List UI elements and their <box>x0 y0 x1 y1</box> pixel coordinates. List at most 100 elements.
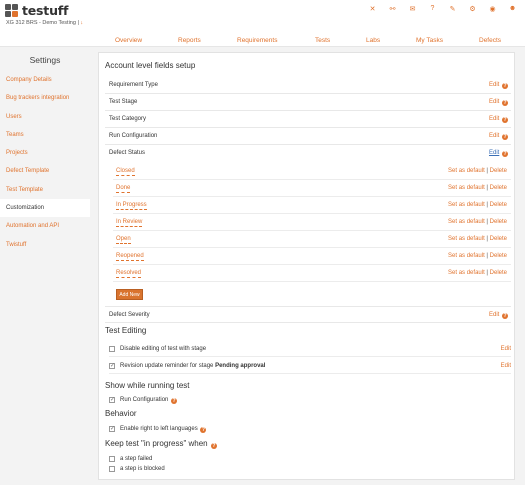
delete-link[interactable]: Delete <box>490 236 507 242</box>
nav-tests[interactable]: Tests <box>315 37 330 44</box>
sidebar-item-twistuff[interactable]: Twistuff <box>0 236 90 254</box>
help-icon[interactable]: ? <box>428 5 437 13</box>
field-row-test-stage: Test Stage Edit ? <box>105 94 511 111</box>
delete-link[interactable]: Delete <box>490 253 507 259</box>
sidebar-item-test-template[interactable]: Test Template <box>0 181 90 199</box>
sidebar-item-defect-template[interactable]: Defect Template <box>0 162 90 180</box>
header-toolbar: ✕ ⚯ ✉ ? ✎ ⚙ ◉ ☻ <box>368 5 517 13</box>
status-name[interactable]: Closed <box>116 168 135 176</box>
field-row-defect-severity: Defect Severity Edit ? <box>105 306 511 323</box>
project-dropdown-icon[interactable]: ↓ <box>80 20 83 26</box>
edit-link[interactable]: Edit ? <box>489 133 508 140</box>
sidebar-item-bug-trackers[interactable]: Bug trackers integration <box>0 89 90 107</box>
option-label: a step is blocked <box>120 466 165 472</box>
sidebar-item-customization[interactable]: Customization <box>0 199 90 218</box>
top-header: testuff XG 312 BRS - Demo Testing | ↓ ✕ … <box>0 0 525 47</box>
help-icon[interactable]: ? <box>200 427 207 433</box>
option-revision-reminder: Revision update reminder for stage Pendi… <box>109 359 511 374</box>
set-default-link[interactable]: Set as default <box>448 168 485 174</box>
help-icon[interactable]: ? <box>502 83 508 89</box>
edit-link[interactable]: Edit ? <box>489 99 508 106</box>
edit-link[interactable]: Edit <box>501 346 511 352</box>
help-icon[interactable]: ? <box>171 398 178 404</box>
stage-name: Pending approval <box>215 363 266 369</box>
sidebar-item-users[interactable]: Users <box>0 108 90 126</box>
set-default-link[interactable]: Set as default <box>448 185 485 191</box>
settings-icon[interactable]: ⚙ <box>468 5 477 13</box>
set-default-link[interactable]: Set as default <box>448 219 485 225</box>
add-new-status-button[interactable]: Add New <box>116 289 143 300</box>
nav-defects[interactable]: Defects <box>479 37 501 44</box>
nav-requirements[interactable]: Requirements <box>237 37 277 44</box>
status-name[interactable]: Reopened <box>116 253 144 261</box>
help-icon[interactable]: ? <box>502 100 508 106</box>
revision-reminder-checkbox[interactable] <box>109 362 115 369</box>
option-label: Enable right to left languages ? <box>120 426 207 433</box>
settings-sidebar: Settings Company Details Bug trackers in… <box>0 50 90 254</box>
help-icon[interactable]: ? <box>502 151 508 157</box>
project-name: XG 312 BRS - Demo Testing <box>6 20 76 26</box>
customization-panel: Account level fields setup Requirement T… <box>98 52 515 480</box>
nav-overview[interactable]: Overview <box>115 37 142 44</box>
nav-labs[interactable]: Labs <box>366 37 380 44</box>
edit-link[interactable]: Edit ? <box>489 312 508 319</box>
link-icon[interactable]: ⚯ <box>388 5 397 13</box>
set-default-link[interactable]: Set as default <box>448 202 485 208</box>
close-icon[interactable]: ✕ <box>368 5 377 13</box>
status-name[interactable]: Open <box>116 236 131 244</box>
option-step-blocked: a step is blocked <box>109 462 511 477</box>
delete-link[interactable]: Delete <box>490 270 507 276</box>
field-row-defect-status: Defect Status Edit ? <box>105 145 511 162</box>
status-row-resolved: Resolved Set as default | Delete <box>113 265 511 282</box>
run-configuration-checkbox[interactable] <box>109 396 115 403</box>
delete-link[interactable]: Delete <box>490 202 507 208</box>
edit-link[interactable]: Edit ? <box>489 116 508 123</box>
sidebar-item-teams[interactable]: Teams <box>0 126 90 144</box>
step-blocked-checkbox[interactable] <box>109 466 115 472</box>
help-icon[interactable]: ? <box>502 134 508 140</box>
set-default-link[interactable]: Set as default <box>448 253 485 259</box>
mail-icon[interactable]: ✉ <box>408 5 417 13</box>
app-logo[interactable]: testuff <box>5 3 68 18</box>
help-icon[interactable]: ? <box>502 313 508 319</box>
eye-icon[interactable]: ◉ <box>488 5 497 13</box>
disable-editing-checkbox[interactable] <box>109 346 115 352</box>
sidebar-title: Settings <box>29 55 61 65</box>
edit-link[interactable]: Edit ? <box>489 82 508 89</box>
sidebar-item-company-details[interactable]: Company Details <box>0 71 90 89</box>
status-name[interactable]: In Progress <box>116 202 147 210</box>
option-run-configuration: Run Configuration ? <box>109 393 511 408</box>
status-row-done: Done Set as default | Delete <box>113 180 511 197</box>
edit-link[interactable]: Edit <box>501 363 511 369</box>
show-while-running-title: Show while running test <box>105 381 190 390</box>
delete-link[interactable]: Delete <box>490 219 507 225</box>
nav-reports[interactable]: Reports <box>178 37 201 44</box>
test-editing-title: Test Editing <box>105 326 147 335</box>
delete-link[interactable]: Delete <box>490 185 507 191</box>
field-row-run-configuration: Run Configuration Edit ? <box>105 128 511 145</box>
edit-link-active[interactable]: Edit ? <box>489 150 508 157</box>
wrench-icon[interactable]: ✎ <box>448 5 457 13</box>
status-row-in-review: In Review Set as default | Delete <box>113 214 511 231</box>
status-name[interactable]: Done <box>116 185 131 193</box>
sidebar-item-projects[interactable]: Projects <box>0 144 90 162</box>
set-default-link[interactable]: Set as default <box>448 270 485 276</box>
nav-my-tasks[interactable]: My Tasks <box>416 37 443 44</box>
rtl-languages-checkbox[interactable] <box>109 425 115 432</box>
help-icon[interactable]: ? <box>210 443 217 449</box>
sidebar-item-automation-api[interactable]: Automation and API <box>0 217 90 235</box>
in-progress-title: Keep test "in progress" when ? <box>105 439 217 449</box>
option-label: Revision update reminder for stage Pendi… <box>120 363 266 369</box>
set-default-link[interactable]: Set as default <box>448 236 485 242</box>
field-label: Run Configuration <box>109 133 158 139</box>
delete-link[interactable]: Delete <box>490 168 507 174</box>
behavior-title: Behavior <box>105 409 137 418</box>
status-name[interactable]: Resolved <box>116 270 142 278</box>
user-icon[interactable]: ☻ <box>508 5 517 13</box>
option-label: Disable editing of test with stage <box>120 346 207 352</box>
project-selector[interactable]: XG 312 BRS - Demo Testing | ↓ <box>6 20 83 26</box>
help-icon[interactable]: ? <box>502 117 508 123</box>
field-label: Test Stage <box>109 99 138 105</box>
status-name[interactable]: In Review <box>116 219 143 227</box>
option-rtl-languages: Enable right to left languages ? <box>109 422 511 437</box>
